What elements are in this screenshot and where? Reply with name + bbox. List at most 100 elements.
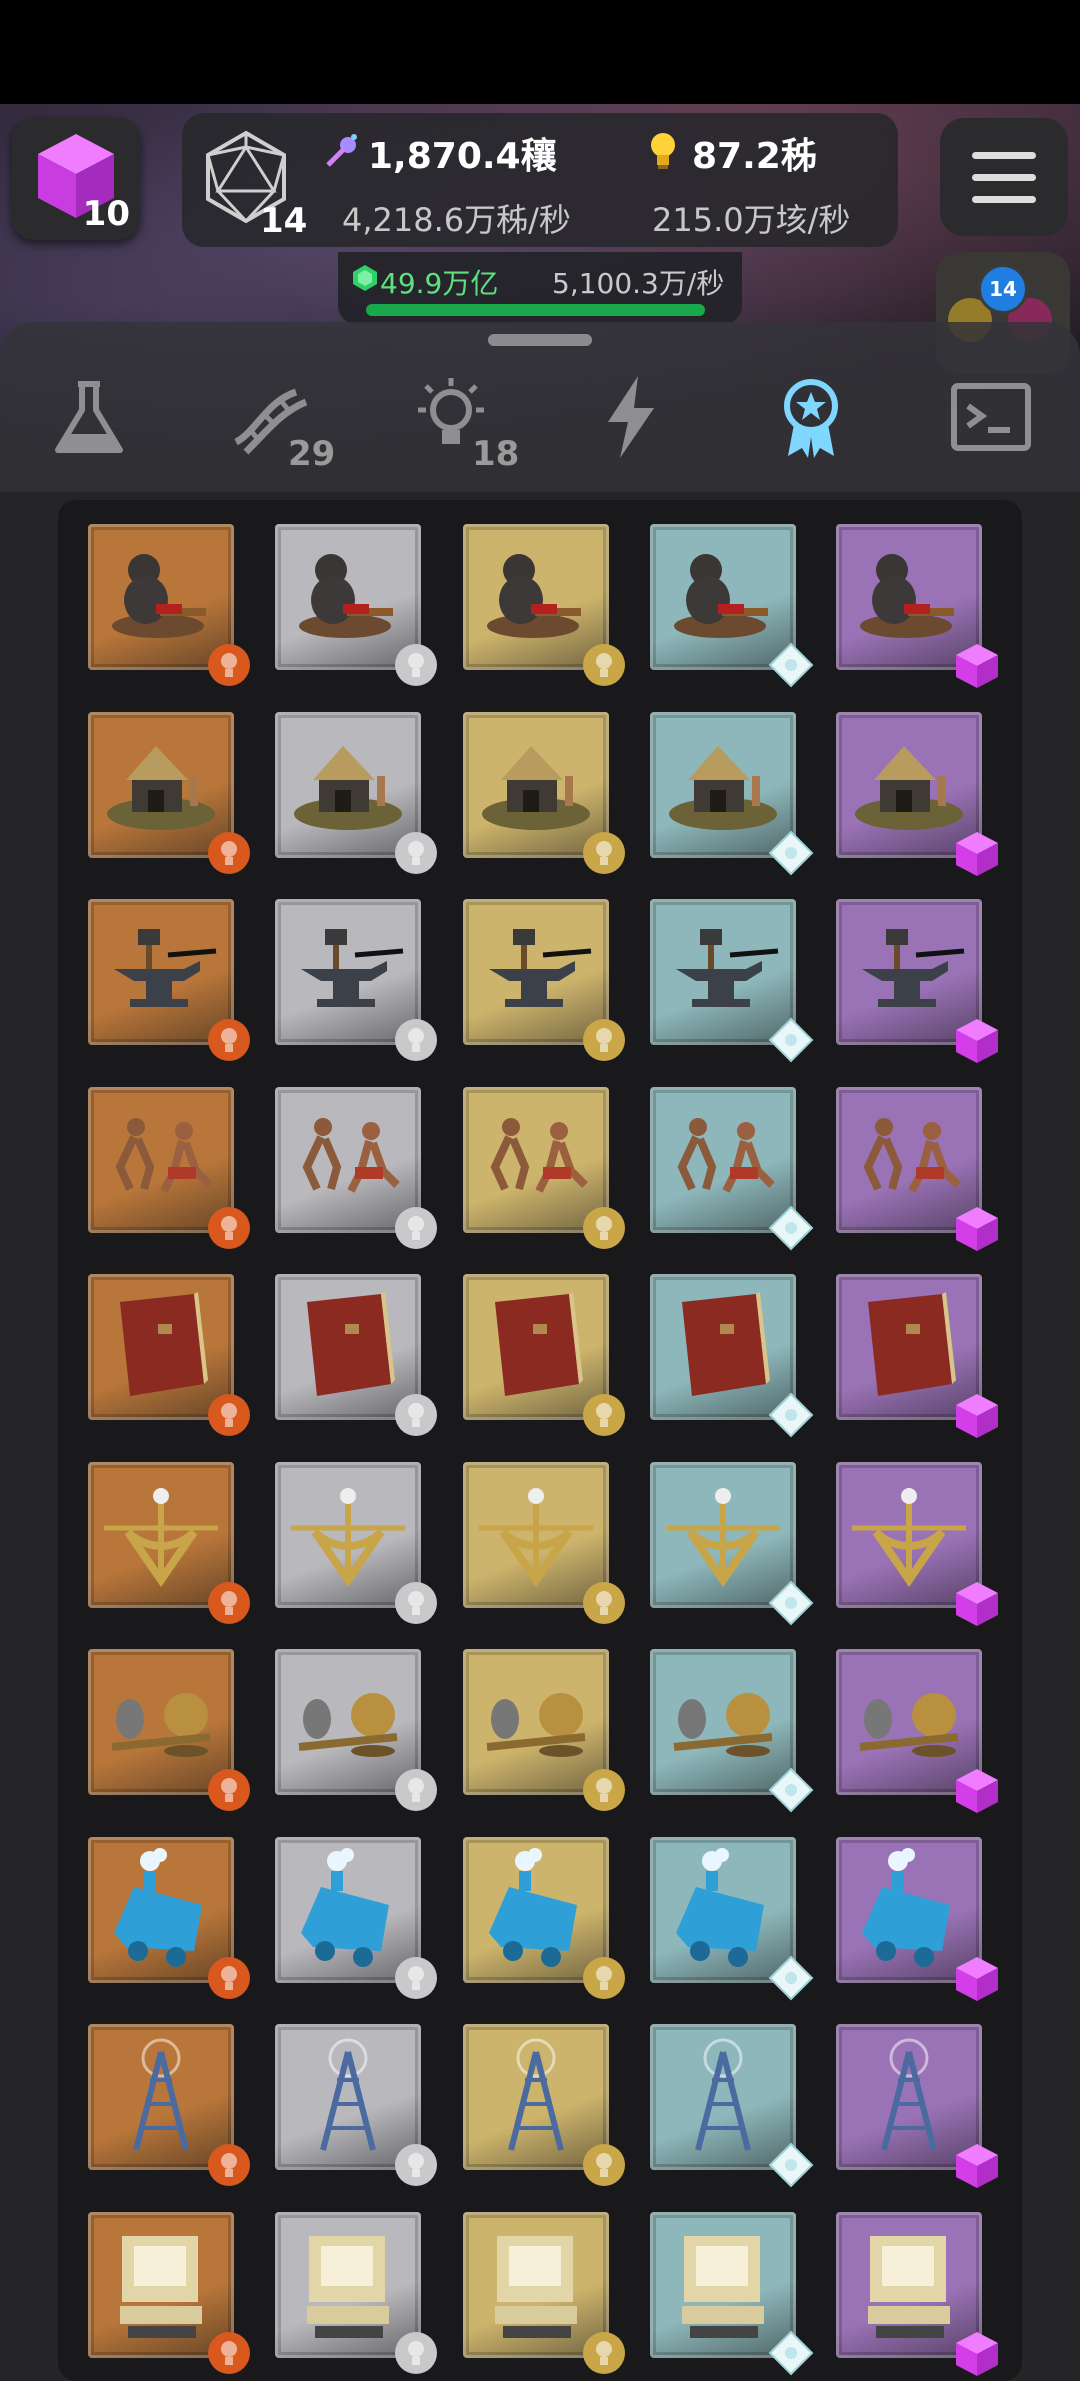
achievement-tile-radio-tower-bronze[interactable]: [88, 2024, 250, 2186]
silver-coin-icon: [395, 2331, 437, 2374]
achievement-tile-dancers-bronze[interactable]: [88, 1086, 250, 1249]
energy-icon: [326, 134, 357, 167]
achievement-tile-book-diamond[interactable]: [650, 1274, 814, 1438]
achievement-tile-anvil-silver[interactable]: [275, 899, 437, 1061]
diamond-icon: [768, 642, 814, 688]
tab-power[interactable]: [586, 372, 676, 462]
ideas-badge: 18: [472, 434, 520, 474]
dna-badge: 29: [288, 434, 336, 474]
tab-ideas[interactable]: 18: [406, 372, 519, 474]
diamond-icon: [768, 1767, 814, 1813]
achievement-tile-book-gold[interactable]: [463, 1274, 625, 1436]
menu-button[interactable]: [940, 118, 1068, 236]
silver-coin-icon: [395, 1394, 437, 1436]
achievement-tile-dancers-amethyst[interactable]: [836, 1086, 998, 1251]
achievement-tile-anvil-bronze[interactable]: [88, 899, 250, 1061]
achievement-tile-steam-locomotive-bronze[interactable]: [88, 1836, 250, 1999]
achievement-tile-computer-diamond[interactable]: [650, 2211, 814, 2375]
achievement-tile-anvil-amethyst[interactable]: [836, 899, 998, 1063]
achievement-tile-computer-bronze[interactable]: [88, 2211, 250, 2374]
tab-dna[interactable]: 29: [226, 372, 335, 474]
gold-coin-icon: [583, 2144, 625, 2186]
diamond-icon: [768, 1205, 814, 1250]
achievement-tile-hut-silver[interactable]: [275, 711, 437, 874]
achievement-tile-radio-tower-silver[interactable]: [275, 2024, 437, 2186]
tab-achievements[interactable]: [766, 372, 856, 462]
purple-cube-icon: [956, 1394, 998, 1438]
achievement-tile-hut-amethyst[interactable]: [836, 711, 998, 876]
diamond-icon: [768, 1580, 814, 1625]
achievement-tile-computer-gold[interactable]: [463, 2211, 625, 2374]
gold-coin-icon: [583, 831, 625, 874]
achievement-tile-book-bronze[interactable]: [88, 1274, 250, 1436]
achievement-tile-radio-tower-amethyst[interactable]: [836, 2024, 998, 2188]
lightbulb-icon: [651, 133, 675, 169]
achievement-tile-ape-with-tools-gold[interactable]: [463, 524, 625, 686]
tab-console[interactable]: [946, 372, 1036, 462]
gem-rate: 5,100.3万/秒: [552, 267, 725, 300]
achievement-tile-sextant-bronze[interactable]: [88, 1461, 250, 1624]
d20-count: 14: [260, 201, 308, 241]
flask-icon: [55, 381, 123, 453]
purple-cube-icon: [956, 644, 998, 688]
tab-research[interactable]: [44, 372, 134, 462]
gold-coin-icon: [583, 2331, 625, 2374]
achievement-tile-book-silver[interactable]: [275, 1274, 437, 1436]
achievement-tile-ape-with-tools-diamond[interactable]: [650, 524, 814, 688]
silver-coin-icon: [395, 1206, 437, 1249]
bronze-coin-icon: [208, 1019, 250, 1061]
diamond-icon: [768, 1392, 814, 1438]
gem-progress-panel: 49.9万亿 5,100.3万/秒: [338, 252, 742, 324]
achievement-tile-sextant-silver[interactable]: [275, 1461, 437, 1624]
purple-cube-icon: [956, 831, 998, 876]
achievement-tile-ape-with-tools-amethyst[interactable]: [836, 524, 998, 688]
achievement-tile-radio-tower-diamond[interactable]: [650, 2024, 814, 2188]
silver-coin-icon: [395, 644, 437, 686]
achievement-tile-steam-locomotive-amethyst[interactable]: [836, 1836, 998, 2001]
achievement-tile-steam-locomotive-gold[interactable]: [463, 1836, 625, 1999]
achievement-tile-radio-tower-gold[interactable]: [463, 2024, 625, 2186]
purple-cube-icon: [956, 2144, 998, 2188]
purple-cube-icon: [956, 1956, 998, 2001]
achievement-tile-hut-bronze[interactable]: [88, 711, 250, 874]
gold-coin-icon: [583, 1581, 625, 1624]
achievement-tile-globe-instrument-amethyst[interactable]: [836, 1649, 998, 1813]
bronze-coin-icon: [208, 831, 250, 874]
bronze-coin-icon: [208, 1769, 250, 1811]
diamond-icon: [768, 2142, 814, 2188]
achievement-tile-globe-instrument-gold[interactable]: [463, 1649, 625, 1811]
gem-progress-bar: [366, 304, 705, 316]
cube-button[interactable]: 10: [12, 118, 140, 240]
silver-coin-icon: [395, 1769, 437, 1811]
achievement-tile-dancers-gold[interactable]: [463, 1086, 625, 1249]
diamond-icon: [768, 2330, 814, 2375]
achievement-tile-book-amethyst[interactable]: [836, 1274, 998, 1438]
achievement-tile-steam-locomotive-silver[interactable]: [275, 1836, 437, 1999]
achievement-tile-sextant-diamond[interactable]: [650, 1461, 814, 1625]
silver-coin-icon: [395, 1581, 437, 1624]
achievement-tile-globe-instrument-bronze[interactable]: [88, 1649, 250, 1811]
achievement-tile-hut-diamond[interactable]: [650, 711, 814, 875]
achievement-tile-globe-instrument-silver[interactable]: [275, 1649, 437, 1811]
achievement-tile-globe-instrument-diamond[interactable]: [650, 1649, 814, 1813]
achievement-tile-ape-with-tools-bronze[interactable]: [88, 524, 250, 686]
terminal-icon: [951, 383, 1031, 451]
gold-coin-icon: [583, 1394, 625, 1436]
achievement-tile-dancers-silver[interactable]: [275, 1086, 437, 1249]
drawer-handle[interactable]: [488, 334, 592, 346]
achievement-tile-anvil-diamond[interactable]: [650, 899, 814, 1063]
silver-coin-icon: [395, 1019, 437, 1061]
achievement-tile-dancers-diamond[interactable]: [650, 1086, 814, 1250]
achievement-tile-steam-locomotive-diamond[interactable]: [650, 1836, 814, 2000]
bronze-coin-icon: [208, 2331, 250, 2374]
achievement-tile-anvil-gold[interactable]: [463, 899, 625, 1061]
silver-coin-icon: [395, 831, 437, 874]
achievement-tile-hut-gold[interactable]: [463, 711, 625, 874]
achievement-tile-sextant-amethyst[interactable]: [836, 1461, 998, 1626]
achievement-tile-ape-with-tools-silver[interactable]: [275, 524, 437, 686]
achievement-tile-computer-amethyst[interactable]: [836, 2211, 998, 2376]
idea-value: 87.2秭: [692, 136, 817, 177]
achievement-tile-sextant-gold[interactable]: [463, 1461, 625, 1624]
achievement-tile-computer-silver[interactable]: [275, 2211, 437, 2374]
bronze-coin-icon: [208, 1581, 250, 1624]
